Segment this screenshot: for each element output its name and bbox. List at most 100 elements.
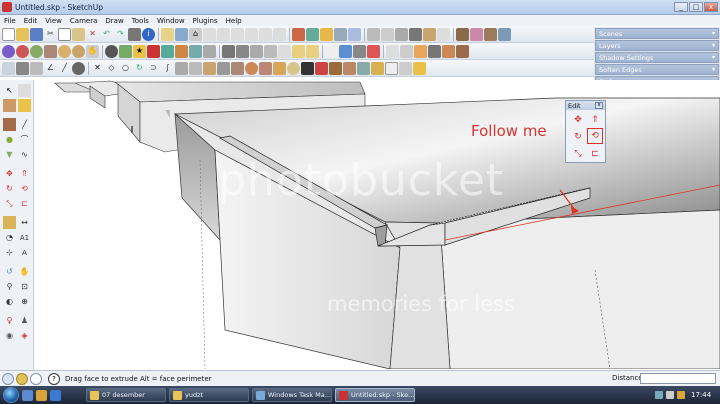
- menu-tools[interactable]: Tools: [128, 17, 153, 25]
- spiral-icon[interactable]: ⊃: [147, 62, 160, 75]
- zoom-window-tool-icon[interactable]: ⊡: [18, 280, 31, 293]
- bevel-icon[interactable]: [357, 61, 370, 75]
- shaded-icon[interactable]: [409, 27, 422, 41]
- tile-icon[interactable]: [343, 61, 356, 75]
- brown-box-icon[interactable]: [442, 44, 455, 58]
- front-view-icon[interactable]: [231, 27, 244, 41]
- paint-icon[interactable]: [175, 44, 188, 58]
- erase-icon[interactable]: ✕: [86, 28, 99, 41]
- make-component-tool-icon[interactable]: [3, 99, 16, 112]
- bowl-icon[interactable]: [273, 61, 286, 75]
- paint-tool-icon[interactable]: [18, 99, 31, 112]
- push-pull-icon[interactable]: ⇑: [588, 113, 602, 127]
- volume-icon[interactable]: [666, 391, 674, 399]
- delete-icon[interactable]: ✕: [91, 62, 104, 75]
- pyramid-icon[interactable]: [400, 44, 413, 58]
- group-icon[interactable]: [399, 61, 412, 75]
- push-pull-tool-icon[interactable]: ⇑: [18, 167, 31, 180]
- hidden-line-icon[interactable]: [395, 27, 408, 41]
- pin-icon[interactable]: [325, 44, 338, 58]
- offset-icon[interactable]: ⊏: [588, 147, 602, 161]
- ring-icon[interactable]: [245, 61, 258, 75]
- collapse-icon[interactable]: ▾: [712, 42, 715, 49]
- top-view-icon[interactable]: [217, 27, 230, 41]
- collapse-icon[interactable]: ▾: [712, 30, 715, 37]
- mesh-icon[interactable]: [264, 44, 277, 58]
- circle-icon[interactable]: ○: [119, 62, 132, 75]
- network-icon[interactable]: [655, 391, 663, 399]
- red-cube-icon[interactable]: [147, 44, 160, 58]
- hand-tool-icon[interactable]: ✋: [86, 44, 99, 58]
- sketchup-app-icon[interactable]: [2, 2, 12, 12]
- square-icon[interactable]: ◇: [105, 62, 118, 75]
- triangle-icon[interactable]: [292, 44, 305, 58]
- tray-panel-soften[interactable]: Soften Edges ▾: [595, 64, 719, 75]
- tray-panel-layers[interactable]: Layers ▾: [595, 40, 719, 51]
- cone-tool-icon[interactable]: [30, 44, 43, 58]
- text-tool-icon[interactable]: A1: [18, 231, 31, 244]
- sphere-tool-icon[interactable]: [2, 44, 15, 58]
- task-windows-task-manager[interactable]: Windows Task Ma...: [252, 388, 332, 402]
- polygon-tool-icon[interactable]: ▼: [3, 148, 16, 161]
- wire-icon[interactable]: [236, 44, 249, 58]
- menu-help[interactable]: Help: [222, 17, 246, 25]
- select-arrow-icon[interactable]: ↖: [3, 84, 16, 97]
- follow-me-icon[interactable]: [203, 44, 216, 58]
- tray-app-icon[interactable]: [677, 391, 685, 399]
- menu-plugins[interactable]: Plugins: [189, 17, 222, 25]
- iso-view-icon[interactable]: [203, 27, 216, 41]
- scale-icon[interactable]: ⤡: [571, 147, 585, 161]
- move-tool-icon[interactable]: ✥: [3, 167, 16, 180]
- model-info-icon[interactable]: i: [142, 27, 155, 41]
- black-icon[interactable]: [301, 61, 314, 75]
- circle-tool-icon[interactable]: ●: [3, 133, 16, 146]
- right-view-icon[interactable]: [245, 27, 258, 41]
- solid-icon[interactable]: [371, 61, 384, 75]
- grid-icon[interactable]: [2, 61, 15, 75]
- surface-icon[interactable]: [250, 44, 263, 58]
- shaded-textures-icon[interactable]: [423, 27, 436, 41]
- green-cube-icon[interactable]: [161, 44, 174, 58]
- line-icon[interactable]: ╱: [58, 62, 71, 75]
- crate-icon[interactable]: [456, 44, 469, 58]
- extrude-icon[interactable]: [30, 61, 43, 75]
- 3d-model-scene[interactable]: [35, 80, 720, 369]
- monochrome-icon[interactable]: [437, 27, 450, 41]
- unit-box-icon[interactable]: [385, 61, 398, 75]
- wireframe-icon[interactable]: [381, 27, 394, 41]
- torus-tool-icon[interactable]: [16, 44, 29, 58]
- menu-draw[interactable]: Draw: [101, 17, 127, 25]
- mesh-tools-icon[interactable]: [414, 44, 427, 58]
- collapse-icon[interactable]: ▾: [712, 54, 715, 61]
- zoom-extents-icon[interactable]: ⊕: [18, 295, 31, 308]
- back-view-icon[interactable]: [259, 27, 272, 41]
- components-icon[interactable]: [484, 27, 497, 41]
- 3d-text-tool-icon[interactable]: A: [18, 246, 31, 259]
- make-component-icon[interactable]: [161, 27, 174, 41]
- tray-panel-scenes[interactable]: Scenes ▾: [595, 28, 719, 39]
- skin-icon[interactable]: [203, 61, 216, 75]
- follow-me-tool-icon[interactable]: ⟲: [18, 182, 31, 195]
- share-model-icon[interactable]: [470, 27, 483, 41]
- menu-window[interactable]: Window: [153, 17, 189, 25]
- copy-icon[interactable]: [58, 27, 71, 41]
- warehouse-icon[interactable]: [456, 27, 469, 41]
- star-icon[interactable]: ★: [133, 44, 146, 58]
- status-icon-2[interactable]: [16, 372, 28, 385]
- walk-icon[interactable]: [306, 27, 319, 41]
- box-3d-icon[interactable]: [16, 61, 29, 75]
- dark-box-icon[interactable]: [428, 44, 441, 58]
- arrow-icon[interactable]: [306, 44, 319, 58]
- cut-shape-icon[interactable]: [315, 61, 328, 75]
- dimension-tool-icon[interactable]: ↔: [18, 216, 31, 229]
- offset-tool-icon[interactable]: ⊏: [18, 197, 31, 210]
- task-07-desember[interactable]: 07 desember: [86, 388, 166, 402]
- menu-view[interactable]: View: [41, 17, 66, 25]
- task-sketchup[interactable]: Untitled.skp - Ske...: [335, 388, 415, 402]
- new-file-icon[interactable]: [2, 27, 15, 41]
- rotate-icon[interactable]: ↻: [571, 130, 585, 144]
- loop-icon[interactable]: ↻: [133, 62, 146, 75]
- freehand-tool-icon[interactable]: ∿: [18, 148, 31, 161]
- section-tool-icon[interactable]: ◈: [18, 329, 31, 342]
- status-icon-1[interactable]: [2, 372, 14, 385]
